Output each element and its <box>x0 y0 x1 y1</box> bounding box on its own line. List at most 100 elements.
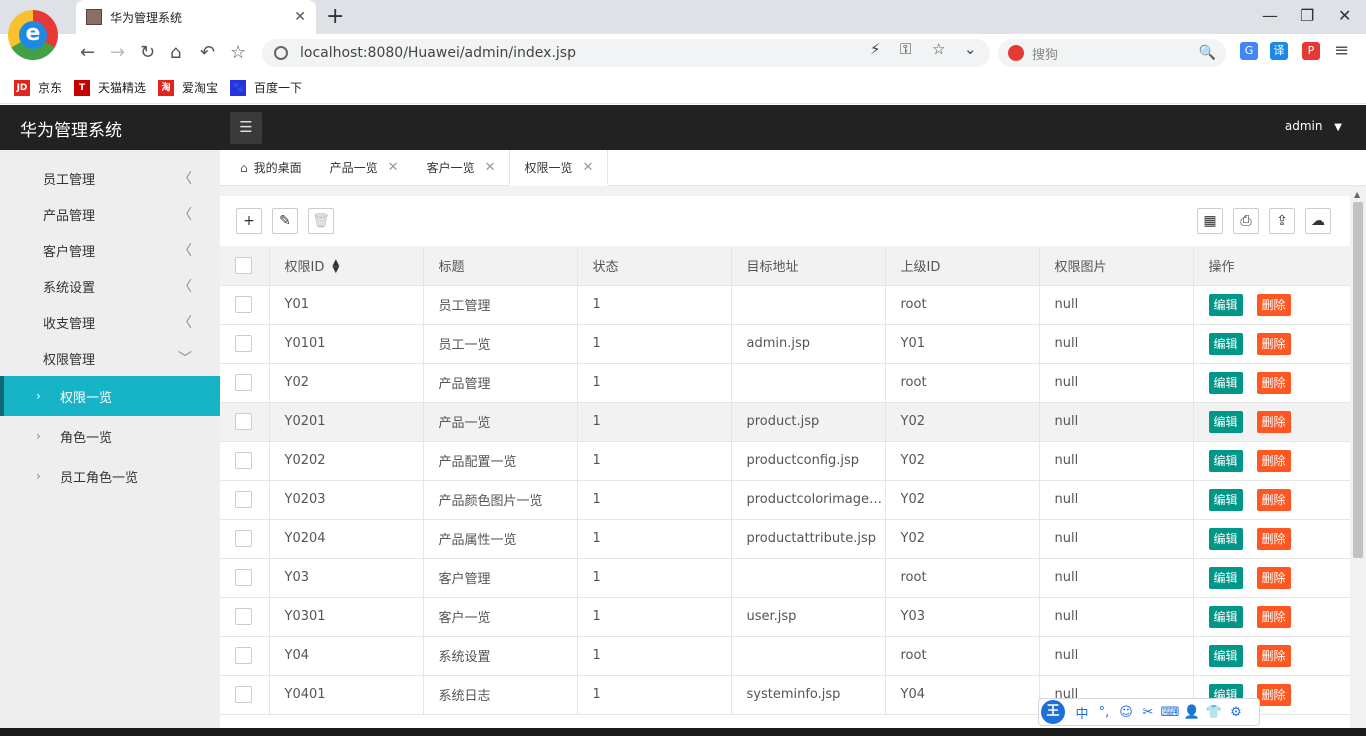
menu-toggle-button[interactable]: ☰ <box>230 112 262 144</box>
delete-row-button[interactable]: 删除 <box>1256 371 1291 394</box>
pdf-icon[interactable]: P <box>1302 42 1320 60</box>
edit-button[interactable]: ✎ <box>272 208 298 234</box>
sidebar-item-permission-list[interactable]: › 权限一览 <box>0 376 220 416</box>
edit-row-button[interactable]: 编辑 <box>1208 566 1243 589</box>
scroll-up-icon[interactable]: ▲ <box>1354 190 1360 199</box>
undo-icon[interactable]: ↶ <box>200 42 215 63</box>
row-checkbox[interactable] <box>235 452 252 469</box>
bookmark-aitaobao[interactable]: 淘 爱淘宝 <box>158 79 218 96</box>
edit-row-button[interactable]: 编辑 <box>1208 527 1243 550</box>
table-row[interactable]: Y0203 产品颜色图片一览 1 productcolorimage.jsp Y02 nu… <box>220 480 1351 520</box>
select-all-checkbox[interactable] <box>235 256 252 274</box>
back-icon[interactable]: ← <box>80 42 95 63</box>
export-button[interactable]: ⇪ <box>1269 208 1295 234</box>
user-menu[interactable]: admin ▼ <box>1285 119 1342 133</box>
row-checkbox[interactable] <box>235 413 252 430</box>
delete-row-button[interactable]: 删除 <box>1256 566 1291 589</box>
close-icon[interactable]: ✕ <box>583 160 594 175</box>
bookmark-baidu[interactable]: 🐾 百度一下 <box>230 79 302 96</box>
row-checkbox[interactable] <box>235 296 252 313</box>
row-checkbox[interactable] <box>235 374 252 391</box>
upload-button[interactable]: ☁ <box>1305 208 1331 234</box>
new-tab-button[interactable]: + <box>326 4 344 29</box>
row-checkbox[interactable] <box>235 686 252 703</box>
scroll-thumb[interactable] <box>1353 202 1363 558</box>
table-row[interactable]: Y0101 员工一览 1 admin.jsp Y01 null 编辑 删除 <box>220 324 1351 364</box>
tab-product-list[interactable]: 产品一览 ✕ <box>316 150 413 185</box>
edit-row-button[interactable]: 编辑 <box>1208 605 1243 628</box>
bookmark-tmall[interactable]: T 天猫精选 <box>74 79 146 96</box>
lightning-icon[interactable]: ⚡ <box>870 40 881 58</box>
delete-row-button[interactable]: 删除 <box>1256 332 1291 355</box>
tab-home[interactable]: ⌂ 我的桌面 <box>226 150 316 185</box>
skin-icon[interactable]: 👕 <box>1203 705 1225 720</box>
ime-logo[interactable]: 王 <box>1041 700 1065 724</box>
forward-icon[interactable]: → <box>110 42 125 63</box>
ime-mode-toggle[interactable]: 中 <box>1071 703 1093 722</box>
sort-icon[interactable]: ▲ ▼ <box>332 259 339 275</box>
dropdown-icon[interactable]: ⌄ <box>964 40 977 58</box>
scissors-icon[interactable]: ✂ <box>1137 705 1159 720</box>
column-header[interactable]: 权限ID ▲ ▼ <box>269 246 424 286</box>
row-checkbox[interactable] <box>235 608 252 625</box>
sidebar-item-customer[interactable]: 客户管理 〈 <box>0 232 220 268</box>
bookmark-star-icon[interactable]: ☆ <box>230 42 246 63</box>
user-icon[interactable]: 👤 <box>1181 705 1203 720</box>
delete-row-button[interactable]: 删除 <box>1256 644 1291 667</box>
search-placeholder[interactable]: 搜狗 <box>1032 44 1199 63</box>
edit-row-button[interactable]: 编辑 <box>1208 449 1243 472</box>
table-row[interactable]: Y0202 产品配置一览 1 productconfig.jsp Y02 null 编辑 删除 <box>220 441 1351 481</box>
translate-icon[interactable]: 译 <box>1270 42 1288 60</box>
delete-row-button[interactable]: 删除 <box>1256 488 1291 511</box>
print-button[interactable]: ⎙ <box>1233 208 1259 234</box>
minimize-icon[interactable]: — <box>1262 6 1278 25</box>
table-row[interactable]: Y03 客户管理 1 root null 编辑 删除 <box>220 558 1351 598</box>
edit-row-button[interactable]: 编辑 <box>1208 332 1243 355</box>
caret-down-icon[interactable]: ▼ <box>1334 122 1342 133</box>
table-row[interactable]: Y0204 产品属性一览 1 productattribute.jsp Y02 null 编… <box>220 519 1351 559</box>
sidebar-item-product[interactable]: 产品管理 〈 <box>0 196 220 232</box>
table-row[interactable]: Y0301 客户一览 1 user.jsp Y03 null 编辑 删除 <box>220 597 1351 637</box>
columns-filter-button[interactable]: ▦ <box>1197 208 1223 234</box>
google-translate-icon[interactable]: G <box>1240 42 1258 60</box>
edit-row-button[interactable]: 编辑 <box>1208 371 1243 394</box>
delete-row-button[interactable]: 删除 <box>1256 293 1291 316</box>
sidebar-item-settings[interactable]: 系统设置 〈 <box>0 268 220 304</box>
edit-row-button[interactable]: 编辑 <box>1208 488 1243 511</box>
edit-row-button[interactable]: 编辑 <box>1208 410 1243 433</box>
edit-row-button[interactable]: 编辑 <box>1208 293 1243 316</box>
delete-row-button[interactable]: 删除 <box>1256 683 1291 706</box>
delete-row-button[interactable]: 删除 <box>1256 410 1291 433</box>
delete-button[interactable]: 🗑 <box>308 208 334 234</box>
tab-customer-list[interactable]: 客户一览 ✕ <box>413 150 510 185</box>
sidebar-item-finance[interactable]: 收支管理 〈 <box>0 304 220 340</box>
delete-row-button[interactable]: 删除 <box>1256 449 1291 472</box>
settings-icon[interactable]: ⚙ <box>1225 705 1247 720</box>
reload-icon[interactable]: ↻ <box>140 42 155 63</box>
username[interactable]: admin <box>1285 119 1323 133</box>
page-scrollbar[interactable]: ▲ <box>1350 186 1366 736</box>
row-checkbox[interactable] <box>235 335 252 352</box>
search-input[interactable]: 搜狗 🔍 <box>998 39 1226 67</box>
table-row[interactable]: Y0201 产品一览 1 product.jsp Y02 null 编辑 删除 <box>220 402 1351 442</box>
search-icon[interactable]: 🔍 <box>1199 45 1216 61</box>
sidebar-item-permission[interactable]: 权限管理 ﹀ <box>0 340 220 376</box>
delete-row-button[interactable]: 删除 <box>1256 527 1291 550</box>
close-icon[interactable]: ✕ <box>388 160 399 175</box>
close-icon[interactable]: ✕ <box>485 160 496 175</box>
browser-tab[interactable]: 华为管理系统 ✕ <box>76 0 316 34</box>
row-checkbox[interactable] <box>235 491 252 508</box>
maximize-icon[interactable]: ❐ <box>1300 6 1314 25</box>
emoji-icon[interactable]: ☺ <box>1115 705 1137 720</box>
home-icon[interactable]: ⌂ <box>170 42 181 63</box>
table-row[interactable]: Y01 员工管理 1 root null 编辑 删除 <box>220 285 1351 325</box>
browser-menu-icon[interactable]: ≡ <box>1334 40 1349 61</box>
sidebar-item-role-list[interactable]: › 角色一览 <box>0 416 220 456</box>
sidebar-item-employee-role-list[interactable]: › 员工角色一览 <box>0 456 220 496</box>
row-checkbox[interactable] <box>235 569 252 586</box>
keyboard-icon[interactable]: ⌨ <box>1159 705 1181 720</box>
table-row[interactable]: Y02 产品管理 1 root null 编辑 删除 <box>220 363 1351 403</box>
row-checkbox[interactable] <box>235 530 252 547</box>
tab-permission-list[interactable]: 权限一览 ✕ <box>509 150 609 186</box>
delete-row-button[interactable]: 删除 <box>1256 605 1291 628</box>
